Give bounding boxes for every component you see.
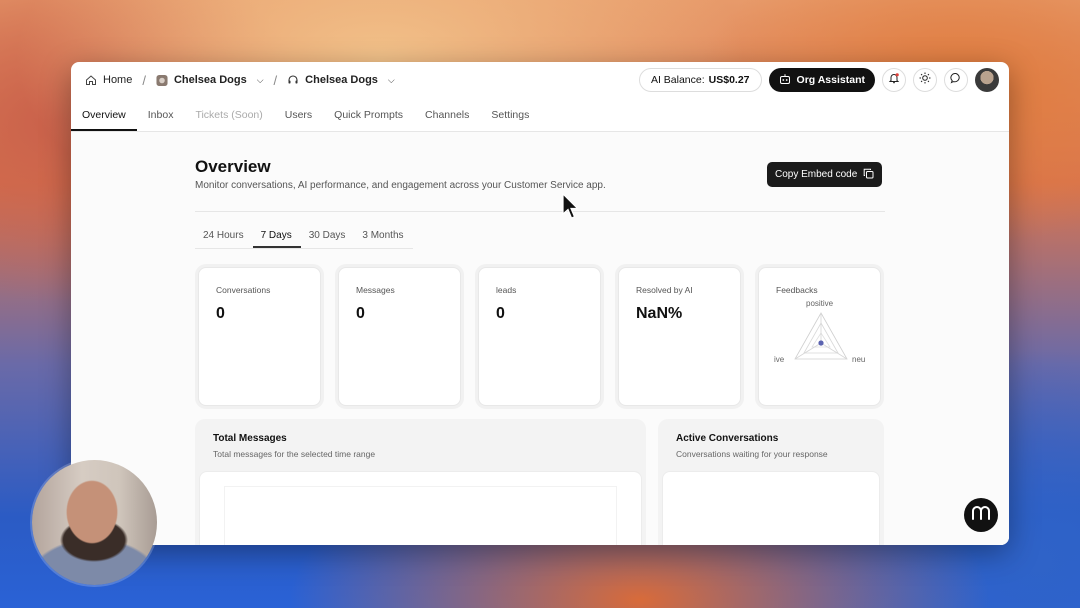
breadcrumb: Home / Chelsea Dogs ⌵ / Chelsea Dogs ⌵: [85, 73, 395, 88]
panel-subtitle: Conversations waiting for your response: [676, 449, 828, 459]
stat-card-messages: Messages 0: [338, 267, 461, 406]
stat-value: 0: [216, 305, 225, 322]
breadcrumb-separator: /: [273, 72, 278, 88]
breadcrumb-app[interactable]: Chelsea Dogs ⌵: [287, 74, 395, 86]
stat-label: Feedbacks: [776, 285, 818, 295]
page-header: Overview Monitor conversations, AI perfo…: [195, 157, 606, 191]
main-tabs: Overview Inbox Tickets (Soon) Users Quic…: [71, 98, 1009, 132]
panel-title: Active Conversations: [676, 433, 779, 444]
tab-overview[interactable]: Overview: [71, 109, 137, 131]
total-messages-chart-area: [199, 471, 642, 545]
breadcrumb-home-label: Home: [103, 74, 133, 86]
chevron-down-icon: ⌵: [387, 74, 395, 85]
stats-cards: Conversations 0 Messages 0 leads 0 Resol…: [198, 267, 881, 406]
chart-placeholder: [224, 486, 617, 545]
app-window: Home / Chelsea Dogs ⌵ / Chelsea Dogs ⌵ A…: [71, 62, 1009, 545]
overview-content: Overview Monitor conversations, AI perfo…: [71, 132, 1009, 545]
range-tab-30-days[interactable]: 30 Days: [301, 230, 355, 248]
stat-label: Resolved by AI: [636, 285, 693, 295]
copy-embed-code-button[interactable]: Copy Embed code: [767, 162, 883, 187]
range-tab-24-hours[interactable]: 24 Hours: [195, 230, 253, 248]
range-tab-7-days[interactable]: 7 Days: [252, 230, 301, 248]
breadcrumb-org-label: Chelsea Dogs: [173, 74, 247, 86]
stat-card-leads: leads 0: [478, 267, 601, 406]
bell-icon: [888, 71, 900, 89]
active-conversations-list-area: [662, 471, 880, 545]
radar-point: [818, 340, 824, 346]
time-range-tabs: 24 Hours 7 Days 30 Days 3 Months: [195, 230, 413, 249]
stat-label: Conversations: [216, 285, 271, 295]
breadcrumb-org[interactable]: Chelsea Dogs ⌵: [156, 74, 264, 86]
tab-inbox[interactable]: Inbox: [137, 109, 185, 131]
copy-icon: [863, 168, 874, 182]
presenter-webcam-overlay: [32, 460, 157, 585]
active-conversations-panel: Active Conversations Conversations waiti…: [658, 419, 884, 545]
tab-tickets[interactable]: Tickets (Soon): [184, 109, 273, 131]
robot-icon: [779, 73, 791, 88]
header-divider: [195, 211, 885, 212]
ai-balance-amount: US$0.27: [708, 74, 750, 86]
brand-m-icon: [971, 505, 991, 526]
org-assistant-label: Org Assistant: [796, 74, 865, 86]
ai-balance-pill[interactable]: AI Balance: US$0.27: [638, 68, 762, 92]
mouse-cursor-icon: [562, 192, 580, 226]
tab-users[interactable]: Users: [274, 109, 323, 131]
org-logo-icon: [156, 74, 168, 86]
tab-channels[interactable]: Channels: [414, 109, 480, 131]
sun-icon: [919, 71, 931, 89]
org-assistant-button[interactable]: Org Assistant: [768, 68, 875, 92]
stat-label: leads: [496, 285, 517, 295]
radar-plot: [794, 312, 848, 360]
page-title: Overview: [195, 157, 271, 176]
panel-subtitle: Total messages for the selected time ran…: [213, 449, 376, 459]
top-actions: AI Balance: US$0.27 Org Assistant: [638, 68, 999, 92]
theme-toggle-button[interactable]: [913, 68, 937, 92]
headset-icon: [287, 74, 299, 86]
stat-label: Messages: [356, 285, 395, 295]
support-chat-launcher[interactable]: [964, 498, 998, 532]
radar-axis-label-positive: positive: [806, 299, 834, 308]
stat-value: NaN%: [636, 305, 683, 322]
panel-title: Total Messages: [213, 433, 287, 444]
radar-axis-label-right: neu: [852, 355, 866, 364]
stat-card-resolved-by-ai: Resolved by AI NaN%: [618, 267, 741, 406]
stat-value: 0: [496, 305, 505, 322]
user-avatar[interactable]: [975, 68, 999, 92]
chat-bubble-icon: [950, 71, 962, 89]
stat-card-feedbacks: Feedbacks positive ive neu: [758, 267, 881, 406]
copy-embed-code-label: Copy Embed code: [775, 169, 858, 180]
chevron-down-icon: ⌵: [256, 74, 264, 85]
top-bar: Home / Chelsea Dogs ⌵ / Chelsea Dogs ⌵ A…: [71, 62, 1009, 98]
breadcrumb-home[interactable]: Home: [85, 74, 132, 86]
tab-quick-prompts[interactable]: Quick Prompts: [323, 109, 414, 131]
radar-axis-label-left: ive: [774, 355, 785, 364]
total-messages-panel: Total Messages Total messages for the se…: [195, 419, 646, 545]
stat-card-conversations: Conversations 0: [198, 267, 321, 406]
breadcrumb-app-label: Chelsea Dogs: [305, 74, 378, 86]
ai-balance-label: AI Balance:: [650, 74, 705, 86]
page-subtitle: Monitor conversations, AI performance, a…: [195, 180, 606, 191]
home-icon: [85, 74, 97, 86]
tab-settings[interactable]: Settings: [480, 109, 540, 131]
notifications-button[interactable]: [882, 68, 906, 92]
range-tab-3-months[interactable]: 3 Months: [354, 230, 412, 248]
chat-button[interactable]: [944, 68, 968, 92]
stat-value: 0: [356, 305, 365, 322]
breadcrumb-separator: /: [142, 72, 146, 88]
